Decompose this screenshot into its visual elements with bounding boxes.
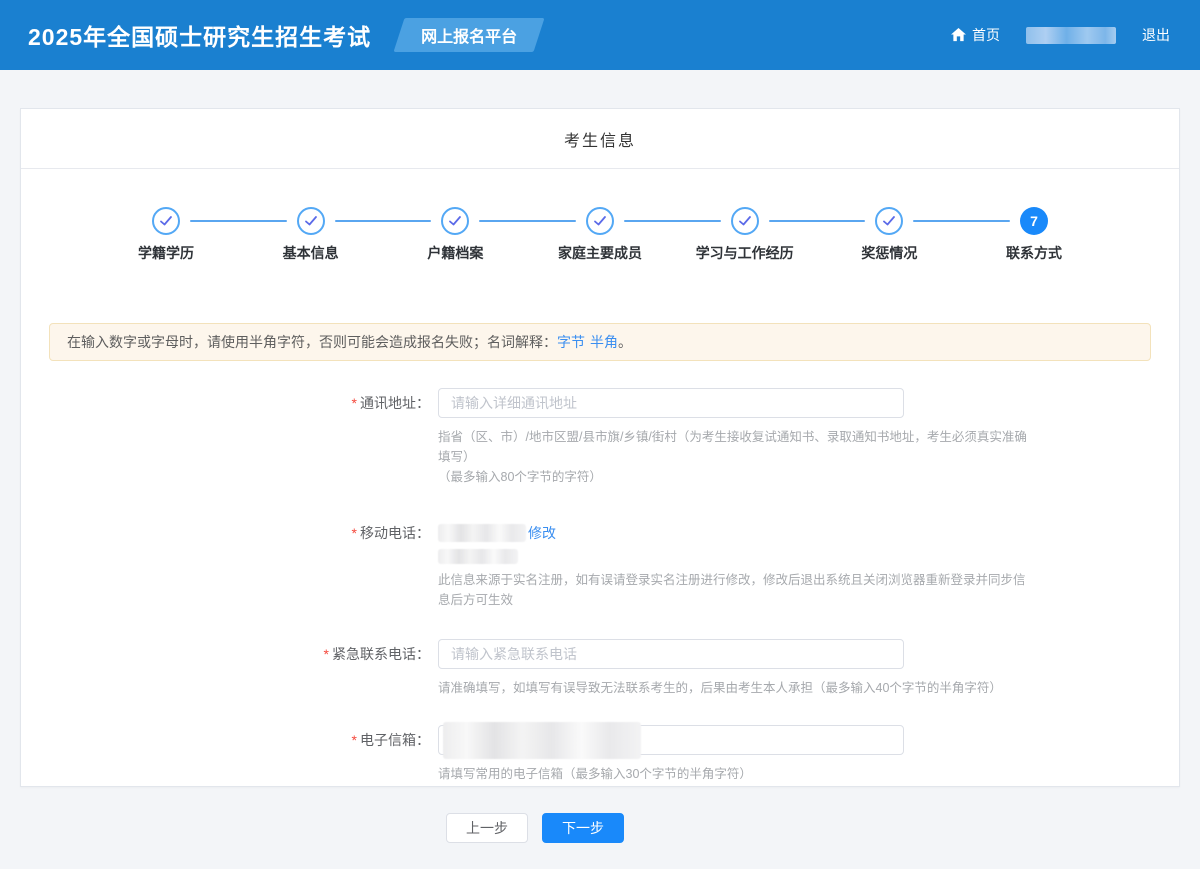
step-basic-info[interactable]: 基本信息	[283, 207, 339, 261]
alert-suffix: 。	[618, 334, 632, 350]
step-check-icon	[730, 207, 759, 235]
halfwidth-warning-alert: 在输入数字或字母时，请使用半角字符，否则可能会造成报名失败；名词解释： 字节 半…	[49, 323, 1151, 361]
address-row: *通讯地址： 指省（区、市）/地市区盟/县市旗/乡镇/街村（为考生接收复试通知书…	[21, 388, 1179, 487]
step-check-icon	[875, 207, 904, 235]
step-connector	[479, 220, 577, 222]
app-title: 2025年全国硕士研究生招生考试	[28, 24, 372, 50]
next-step-button[interactable]: 下一步	[542, 813, 624, 843]
step-check-icon	[152, 207, 180, 235]
redacted-username	[1026, 26, 1116, 44]
step-family-members[interactable]: 家庭主要成员	[558, 207, 642, 261]
step-label: 家庭主要成员	[558, 245, 643, 261]
redacted-phone-number-secondary	[438, 549, 518, 564]
contact-info-form: *通讯地址： 指省（区、市）/地市区盟/县市旗/乡镇/街村（为考生接收复试通知书…	[21, 388, 1179, 843]
home-icon	[951, 28, 966, 42]
required-asterisk: *	[351, 732, 357, 748]
email-row: * 电子信箱： 请填写常用的电子信箱（最多输入30个字节的半角字符）	[21, 722, 1179, 784]
step-connector	[913, 220, 1011, 222]
emergency-phone-help: 请准确填写，如填写有误导致无法联系考生的，后果由考生本人承担（最多输入40个字节…	[438, 681, 1002, 695]
modify-phone-link[interactable]: 修改	[528, 523, 556, 543]
mobile-phone-label: * 移动电话：	[351, 525, 430, 541]
step-label: 学习与工作经历	[695, 245, 794, 261]
glossary-byte-link[interactable]: 字节	[557, 332, 585, 352]
step-label: 联系方式	[1006, 245, 1063, 261]
redacted-email-value	[443, 722, 641, 759]
step-connector	[768, 220, 866, 222]
address-help: 指省（区、市）/地市区盟/县市旗/乡镇/街村（为考生接收复试通知书、录取通知书地…	[438, 430, 1027, 484]
panel-title-bar: 考生信息	[21, 109, 1179, 169]
wizard-stepper: 学籍学历 基本信息 户籍档案 家庭主要成员 学习与工作经历 奖惩情况 7 联系方…	[138, 207, 1062, 261]
email-help: 请填写常用的电子信箱（最多输入30个字节的半角字符）	[438, 767, 752, 781]
platform-badge-label: 网上报名平台	[421, 29, 518, 46]
emergency-phone-label: * 紧急联系电话：	[323, 646, 430, 662]
step-label: 户籍档案	[427, 245, 484, 261]
mobile-phone-help: 此信息来源于实名注册，如有误请登录实名注册进行修改，修改后退出系统且关闭浏览器重…	[438, 573, 1026, 607]
redacted-phone-number	[438, 524, 526, 542]
step-check-icon	[586, 207, 615, 235]
step-number-badge: 7	[1020, 207, 1049, 235]
app-header: 2025年全国硕士研究生招生考试 网上报名平台 首页 退出	[0, 0, 1200, 70]
glossary-halfwidth-link[interactable]: 半角	[590, 332, 618, 352]
step-connector	[190, 220, 287, 222]
platform-badge: 网上报名平台	[393, 18, 545, 52]
step-connector	[624, 220, 721, 222]
candidate-info-panel: 考生信息 学籍学历 基本信息 户籍档案 家庭主要成员 学习与工作经历 奖惩情况 …	[20, 108, 1180, 843]
address-label: * 通讯地址：	[351, 395, 430, 411]
step-student-status[interactable]: 学籍学历	[138, 207, 194, 261]
step-household-archive[interactable]: 户籍档案	[427, 207, 483, 261]
nav-logout-link[interactable]: 退出	[1142, 25, 1170, 45]
step-check-icon	[296, 207, 325, 235]
step-contact-info-active[interactable]: 7 联系方式	[1006, 207, 1062, 261]
step-rewards-punishments[interactable]: 奖惩情况	[861, 207, 917, 261]
required-asterisk: *	[351, 525, 357, 541]
previous-step-button[interactable]: 上一步	[446, 813, 528, 843]
alert-text: 在输入数字或字母时，请使用半角字符，否则可能会造成报名失败；名词解释：	[67, 334, 557, 350]
nav-home-link[interactable]: 首页	[951, 25, 1000, 45]
address-input[interactable]	[438, 388, 904, 418]
step-check-icon	[441, 207, 470, 235]
step-label: 奖惩情况	[861, 245, 918, 261]
header-nav: 首页 退出	[951, 25, 1170, 45]
emergency-phone-row: *紧急联系电话： 请准确填写，如填写有误导致无法联系考生的，后果由考生本人承担（…	[21, 639, 1179, 698]
required-asterisk: *	[323, 646, 329, 662]
step-study-work-experience[interactable]: 学习与工作经历	[696, 207, 794, 261]
step-connector	[334, 220, 432, 222]
mobile-phone-row: * 移动电话： 修改 此信息来源于实名注册，如有误请登录实名注册进行修改，修改后退…	[21, 518, 1179, 610]
nav-home-label: 首页	[972, 27, 1000, 43]
email-label: * 电子信箱：	[351, 732, 430, 748]
form-actions: 上一步 下一步	[446, 813, 1179, 843]
step-label: 学籍学历	[138, 245, 194, 261]
step-label: 基本信息	[282, 245, 339, 261]
required-asterisk: *	[351, 395, 357, 411]
emergency-phone-input[interactable]	[438, 639, 904, 669]
panel-title: 考生信息	[563, 132, 636, 150]
